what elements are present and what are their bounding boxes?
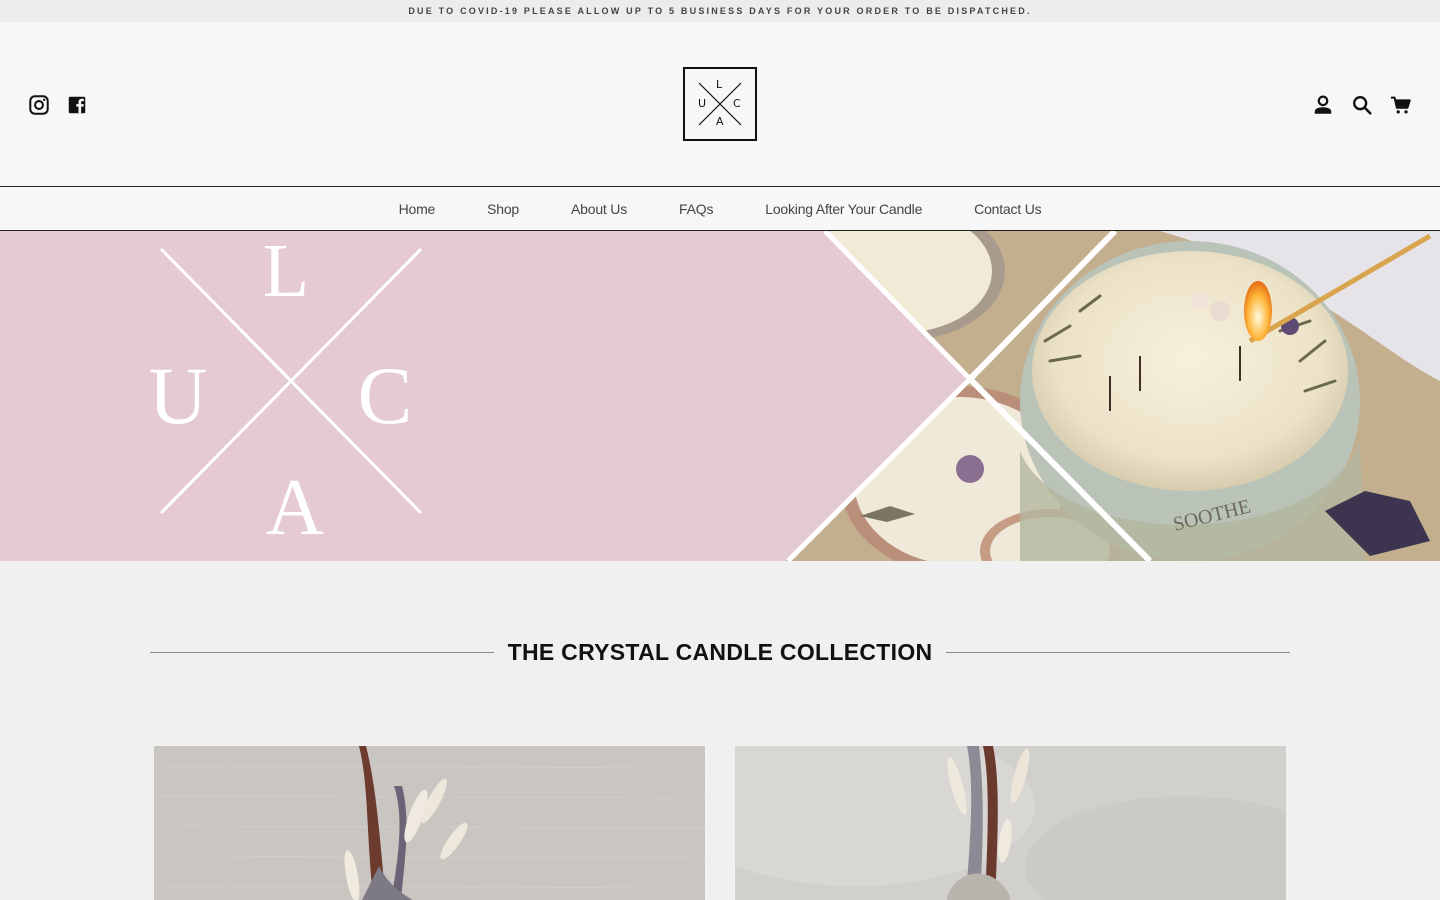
product-image <box>735 746 1286 900</box>
logo-letter-bottom: A <box>716 115 724 128</box>
account-icon <box>1314 95 1332 114</box>
heading-divider-left <box>150 651 494 653</box>
social-links <box>28 94 88 116</box>
product-card[interactable] <box>154 746 705 900</box>
nav-item-candle-care[interactable]: Looking After Your Candle <box>765 201 922 217</box>
product-grid <box>154 746 1286 900</box>
site-header: L U C A <box>0 22 1440 187</box>
product-card[interactable] <box>735 746 1286 900</box>
header-utilities <box>1312 94 1412 116</box>
announcement-bar: DUE TO COVID-19 PLEASE ALLOW UP TO 5 BUS… <box>0 0 1440 22</box>
hero-letter-bottom: A <box>266 464 324 552</box>
logo-letter-left: U <box>698 97 707 110</box>
facebook-link[interactable] <box>66 94 88 116</box>
heading-divider-right <box>946 651 1291 653</box>
collection-title: THE CRYSTAL CANDLE COLLECTION <box>507 638 933 665</box>
announcement-text: DUE TO COVID-19 PLEASE ALLOW UP TO 5 BUS… <box>408 6 1032 16</box>
nav-item-shop[interactable]: Shop <box>487 201 519 217</box>
instagram-link[interactable] <box>28 94 50 116</box>
site-logo[interactable]: L U C A <box>683 67 757 141</box>
logo-letter-right: C <box>733 97 741 110</box>
hero-candle-photo: SOOTHE <box>780 231 1440 561</box>
logo-letter-top: L <box>716 78 723 91</box>
instagram-icon <box>29 95 49 115</box>
cart-icon <box>1390 96 1411 114</box>
product-image <box>154 746 705 900</box>
search-icon <box>1353 96 1372 115</box>
featured-collection: THE CRYSTAL CANDLE COLLECTION <box>0 561 1440 900</box>
hero-letter-right: C <box>358 350 413 441</box>
main-navigation: Home Shop About Us FAQs Looking After Yo… <box>0 187 1440 231</box>
hero-letter-top: L <box>263 231 309 313</box>
collection-heading: THE CRYSTAL CANDLE COLLECTION <box>150 637 1291 667</box>
cart-link[interactable] <box>1390 94 1412 116</box>
hero-letter-left: U <box>148 350 207 441</box>
search-link[interactable] <box>1351 94 1373 116</box>
nav-item-about-us[interactable]: About Us <box>571 201 627 217</box>
nav-item-faqs[interactable]: FAQs <box>679 201 713 217</box>
facebook-icon <box>68 96 86 114</box>
account-link[interactable] <box>1312 94 1334 116</box>
nav-item-contact-us[interactable]: Contact Us <box>974 201 1041 217</box>
hero-monogram: L U C A <box>145 231 435 561</box>
nav-item-home[interactable]: Home <box>399 201 436 217</box>
hero-banner[interactable]: L U C A SOOTHE <box>0 231 1440 561</box>
